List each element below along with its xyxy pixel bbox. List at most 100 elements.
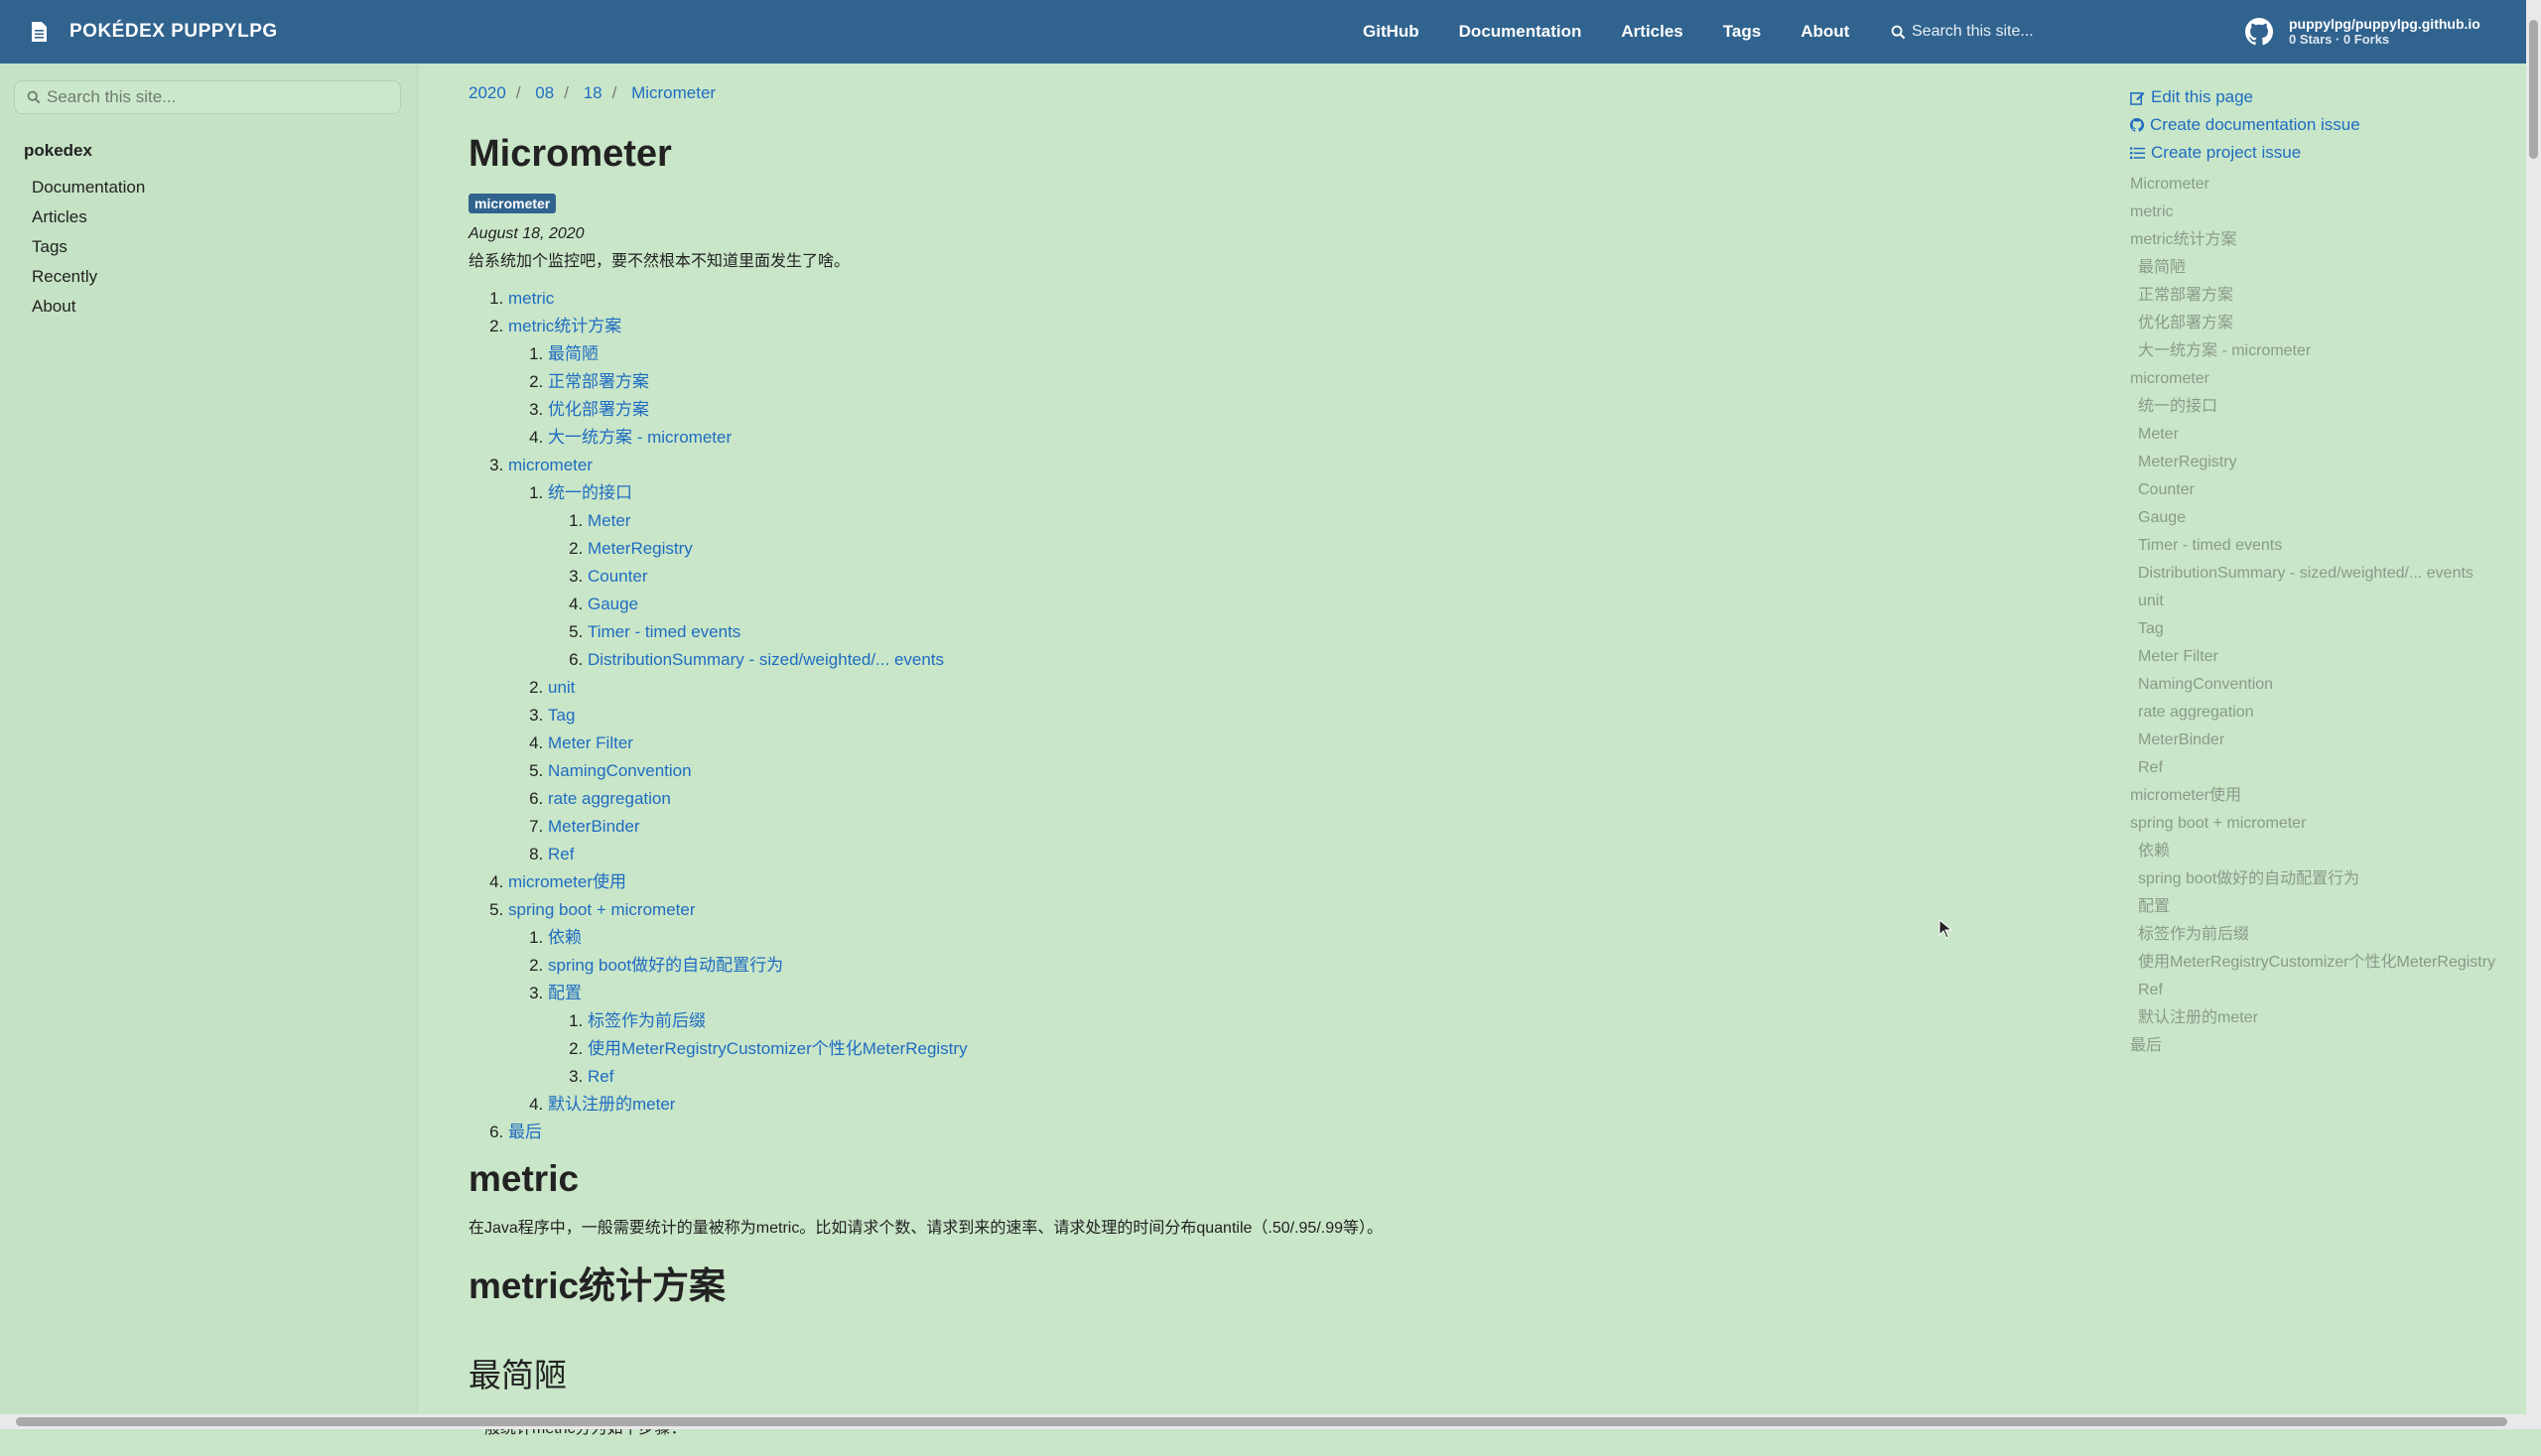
right-toc-link[interactable]: 配置 bbox=[2138, 893, 2527, 921]
toc-link[interactable]: metric bbox=[508, 289, 554, 308]
toc-link[interactable]: Gauge bbox=[588, 595, 638, 613]
brand[interactable]: POKÉDEX PUPPYLPG bbox=[30, 0, 278, 64]
sidebar-item-tags[interactable]: Tags bbox=[32, 232, 145, 262]
right-toc-link[interactable]: 大一统方案 - micrometer bbox=[2138, 337, 2527, 365]
toc-link[interactable]: 标签作为前后缀 bbox=[588, 1011, 706, 1030]
right-toc-link[interactable]: Tag bbox=[2138, 615, 2527, 643]
breadcrumb: 2020/ 08/ 18/ Micrometer bbox=[468, 83, 717, 102]
github-repo-stats: 0 Stars · 0 Forks bbox=[2289, 32, 2390, 47]
toc-link[interactable]: micrometer使用 bbox=[508, 872, 626, 891]
right-toc-link[interactable]: Meter Filter bbox=[2138, 643, 2527, 671]
toc-link[interactable]: 最后 bbox=[508, 1123, 542, 1141]
toc-link[interactable]: Timer - timed events bbox=[588, 622, 740, 641]
right-toc-link[interactable]: Micrometer bbox=[2130, 171, 2527, 199]
breadcrumb-year[interactable]: 2020 bbox=[468, 83, 506, 102]
toc-link[interactable]: 大一统方案 - micrometer bbox=[548, 428, 732, 447]
sidebar-item-documentation[interactable]: Documentation bbox=[32, 173, 145, 202]
nav-link-articles[interactable]: Articles bbox=[1621, 22, 1682, 42]
right-toc-link[interactable]: micrometer bbox=[2130, 365, 2527, 393]
toc-link[interactable]: micrometer bbox=[508, 456, 593, 474]
toc-link[interactable]: 最简陋 bbox=[548, 344, 599, 363]
github-icon bbox=[2130, 118, 2144, 132]
right-toc-link[interactable]: Gauge bbox=[2138, 504, 2527, 532]
right-toc-link[interactable]: unit bbox=[2138, 588, 2527, 615]
sidebar-item-about[interactable]: About bbox=[32, 292, 145, 322]
sidebar-item-recently[interactable]: Recently bbox=[32, 262, 145, 292]
right-toc-link[interactable]: 正常部署方案 bbox=[2138, 282, 2527, 310]
post-date: August 18, 2020 bbox=[468, 225, 585, 242]
toc-link[interactable]: MeterBinder bbox=[548, 817, 640, 836]
horizontal-scrollbar[interactable] bbox=[0, 1414, 2526, 1429]
sidebar-search-input[interactable]: Search this site... bbox=[14, 80, 401, 114]
right-toc-link[interactable]: spring boot做好的自动配置行为 bbox=[2138, 865, 2527, 893]
breadcrumb-day[interactable]: 18 bbox=[584, 83, 602, 102]
right-toc-link[interactable]: 最后 bbox=[2130, 1032, 2527, 1060]
nav-link-tags[interactable]: Tags bbox=[1723, 22, 1761, 42]
right-toc-link[interactable]: MeterBinder bbox=[2138, 727, 2527, 754]
right-toc-link[interactable]: Counter bbox=[2138, 476, 2527, 504]
create-project-issue-link[interactable]: Create project issue bbox=[2130, 139, 2527, 167]
toc-link[interactable]: Ref bbox=[588, 1067, 613, 1086]
nav-link-about[interactable]: About bbox=[1801, 22, 1849, 42]
toc-link[interactable]: spring boot做好的自动配置行为 bbox=[548, 956, 783, 975]
section-heading-scheme: metric统计方案 bbox=[468, 1265, 727, 1306]
right-toc-link[interactable]: Timer - timed events bbox=[2138, 532, 2527, 560]
toc-link[interactable]: DistributionSummary - sized/weighted/...… bbox=[588, 650, 944, 669]
right-toc-link[interactable]: DistributionSummary - sized/weighted/...… bbox=[2138, 560, 2527, 588]
navbar-search-placeholder: Search this site... bbox=[1912, 23, 2034, 40]
toc-link[interactable]: MeterRegistry bbox=[588, 539, 693, 558]
right-toc-link[interactable]: Meter bbox=[2138, 421, 2527, 449]
right-toc-link[interactable]: metric统计方案 bbox=[2130, 226, 2527, 254]
create-project-issue-label: Create project issue bbox=[2151, 143, 2302, 162]
toc-link[interactable]: Meter bbox=[588, 511, 630, 530]
toc-link[interactable]: 默认注册的meter bbox=[548, 1095, 675, 1114]
breadcrumb-month[interactable]: 08 bbox=[535, 83, 554, 102]
right-toc-link[interactable]: 优化部署方案 bbox=[2138, 310, 2527, 337]
right-toc-link[interactable]: micrometer使用 bbox=[2130, 782, 2527, 810]
toc-link[interactable]: 配置 bbox=[548, 984, 582, 1002]
nav-link-documentation[interactable]: Documentation bbox=[1459, 22, 1582, 42]
nav-link-github[interactable]: GitHub bbox=[1363, 22, 1419, 42]
toc-link[interactable]: 统一的接口 bbox=[548, 483, 632, 502]
toc-link[interactable]: Tag bbox=[548, 706, 575, 725]
sidebar-root-pokedex[interactable]: pokedex bbox=[24, 141, 145, 161]
toc-link[interactable]: 使用MeterRegistryCustomizer个性化MeterRegistr… bbox=[588, 1039, 968, 1058]
edit-page-link[interactable]: Edit this page bbox=[2130, 83, 2527, 111]
right-toc-link[interactable]: Ref bbox=[2138, 977, 2527, 1004]
right-toc-link[interactable]: metric bbox=[2130, 199, 2527, 226]
right-toc-link[interactable]: 统一的接口 bbox=[2138, 393, 2527, 421]
right-toc-link[interactable]: spring boot + micrometer bbox=[2130, 810, 2527, 838]
toc-link[interactable]: 正常部署方案 bbox=[548, 372, 649, 391]
right-toc: Edit this page Create documentation issu… bbox=[2130, 83, 2527, 1060]
right-toc-link[interactable]: NamingConvention bbox=[2138, 671, 2527, 699]
horizontal-scrollbar-thumb[interactable] bbox=[16, 1417, 2507, 1426]
github-repo-name: puppylpg/puppylpg.github.io bbox=[2289, 16, 2480, 32]
vertical-scrollbar[interactable] bbox=[2526, 0, 2541, 1429]
toc-link[interactable]: Meter Filter bbox=[548, 733, 633, 752]
toc-link[interactable]: 依赖 bbox=[548, 928, 582, 947]
toc-link[interactable]: 优化部署方案 bbox=[548, 400, 649, 419]
toc-link[interactable]: spring boot + micrometer bbox=[508, 900, 696, 919]
toc-link[interactable]: rate aggregation bbox=[548, 789, 671, 808]
toc-link[interactable]: unit bbox=[548, 678, 575, 697]
toc-link[interactable]: Counter bbox=[588, 567, 647, 586]
breadcrumb-current[interactable]: Micrometer bbox=[631, 83, 716, 102]
right-toc-link[interactable]: 最简陋 bbox=[2138, 254, 2527, 282]
toc-link[interactable]: NamingConvention bbox=[548, 761, 692, 780]
create-doc-issue-link[interactable]: Create documentation issue bbox=[2130, 111, 2527, 139]
right-toc-link[interactable]: Ref bbox=[2138, 754, 2527, 782]
github-repo-link[interactable]: puppylpg/puppylpg.github.io 0 Stars · 0 … bbox=[2245, 12, 2480, 52]
right-toc-link[interactable]: rate aggregation bbox=[2138, 699, 2527, 727]
right-toc-link[interactable]: 标签作为前后缀 bbox=[2138, 921, 2527, 949]
tag-badge[interactable]: micrometer bbox=[468, 194, 557, 213]
right-toc-link[interactable]: 使用MeterRegistryCustomizer个性化MeterRegistr… bbox=[2138, 949, 2527, 977]
navbar-search-input[interactable]: Search this site... bbox=[1891, 20, 2089, 44]
toc-link[interactable]: metric统计方案 bbox=[508, 317, 621, 335]
vertical-scrollbar-thumb[interactable] bbox=[2529, 20, 2538, 159]
toc-link[interactable]: Ref bbox=[548, 845, 574, 863]
right-toc-link[interactable]: MeterRegistry bbox=[2138, 449, 2527, 476]
edit-page-label: Edit this page bbox=[2151, 87, 2254, 106]
sidebar-item-articles[interactable]: Articles bbox=[32, 202, 145, 232]
right-toc-link[interactable]: 依赖 bbox=[2138, 838, 2527, 865]
right-toc-link[interactable]: 默认注册的meter bbox=[2138, 1004, 2527, 1032]
